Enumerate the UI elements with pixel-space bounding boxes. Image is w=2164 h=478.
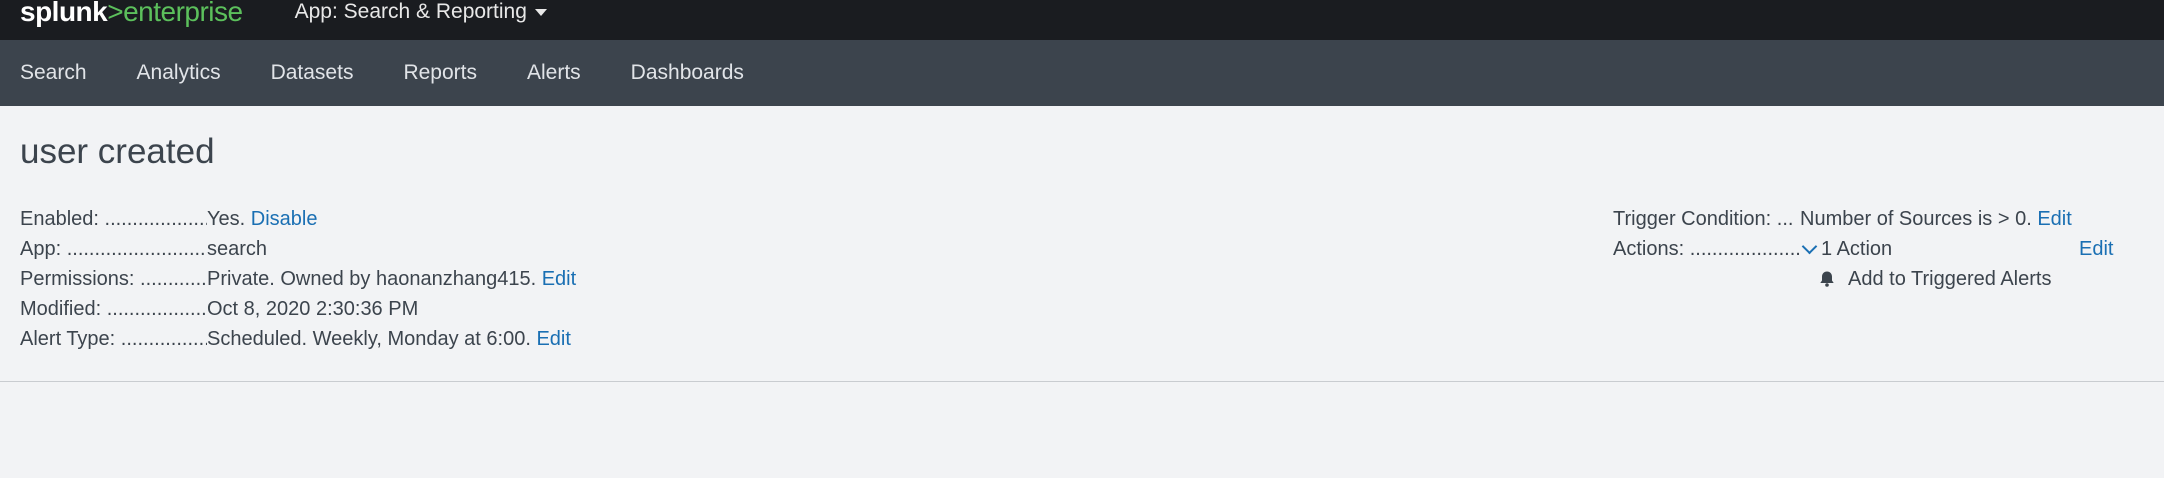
nav-alerts[interactable]: Alerts [527, 61, 581, 85]
detail-value: Scheduled. Weekly, Monday at 6:00. [207, 327, 531, 350]
detail-label: Enabled: .................... [20, 207, 207, 230]
logo-splunk-text: splunk [20, 0, 108, 27]
alert-details-panel: user created Enabled: ..................… [0, 106, 2164, 382]
detail-label: Permissions: ............ [20, 267, 207, 290]
detail-row-enabled: Enabled: .................... Yes. Disab… [20, 204, 576, 234]
edit-trigger-link[interactable]: Edit [2037, 208, 2071, 231]
detail-value: Yes. [207, 207, 246, 230]
detail-row-app: App: ............................. searc… [20, 234, 576, 264]
app-menu[interactable]: App: Search & Reporting [295, 0, 547, 24]
action-item-row: Add to Triggered Alerts [1613, 264, 2113, 294]
disable-link[interactable]: Disable [251, 208, 318, 231]
caret-down-icon [534, 8, 547, 16]
detail-value: Private. Owned by haonanzhang415. [207, 267, 537, 290]
detail-value: Oct 8, 2020 2:30:36 PM [207, 297, 419, 320]
detail-label: Modified: .................. [20, 297, 207, 320]
top-bar: splunk>enterprise App: Search & Reportin… [0, 0, 2164, 40]
alert-details-left: Enabled: .................... Yes. Disab… [20, 204, 576, 354]
action-item-label: Add to Triggered Alerts [1848, 267, 2052, 290]
trigger-condition-row: Trigger Condition: ... Number of Sources… [1613, 204, 2113, 234]
detail-value: search [207, 237, 268, 260]
chevron-down-icon[interactable] [1801, 238, 1818, 254]
detail-row-modified: Modified: .................. Oct 8, 2020… [20, 294, 576, 324]
alert-details-right: Trigger Condition: ... Number of Sources… [1613, 204, 2113, 294]
trigger-condition-label: Trigger Condition: ... [1613, 207, 1794, 230]
actions-count: 1 Action [1821, 237, 1893, 260]
splunk-logo[interactable]: splunk>enterprise [20, 0, 243, 26]
actions-row: Actions: ..................... 1 Action … [1613, 234, 2113, 264]
app-menu-label: App: Search & Reporting [294, 0, 527, 23]
page-title: user created [20, 132, 215, 171]
detail-label: App: ............................. [20, 237, 207, 260]
edit-permissions-link[interactable]: Edit [542, 268, 576, 291]
bell-icon [1820, 271, 1834, 287]
nav-analytics[interactable]: Analytics [137, 61, 221, 85]
nav-search[interactable]: Search [20, 61, 87, 85]
edit-schedule-link[interactable]: Edit [536, 328, 570, 351]
detail-row-permissions: Permissions: ............ Private. Owned… [20, 264, 576, 294]
nav-reports[interactable]: Reports [403, 61, 477, 85]
trigger-condition-value: Number of Sources is > 0. [1800, 207, 2032, 230]
nav-datasets[interactable]: Datasets [271, 61, 354, 85]
logo-enterprise-text: enterprise [123, 0, 243, 27]
logo-gt: > [107, 0, 124, 27]
actions-label: Actions: ..................... [1613, 237, 1800, 260]
detail-label: Alert Type: ................ [20, 327, 207, 350]
nav-dashboards[interactable]: Dashboards [631, 61, 744, 85]
edit-actions-link[interactable]: Edit [2079, 238, 2113, 261]
app-nav-bar: Search Analytics Datasets Reports Alerts… [0, 40, 2164, 106]
detail-row-alert-type: Alert Type: ................ Scheduled. … [20, 324, 576, 354]
